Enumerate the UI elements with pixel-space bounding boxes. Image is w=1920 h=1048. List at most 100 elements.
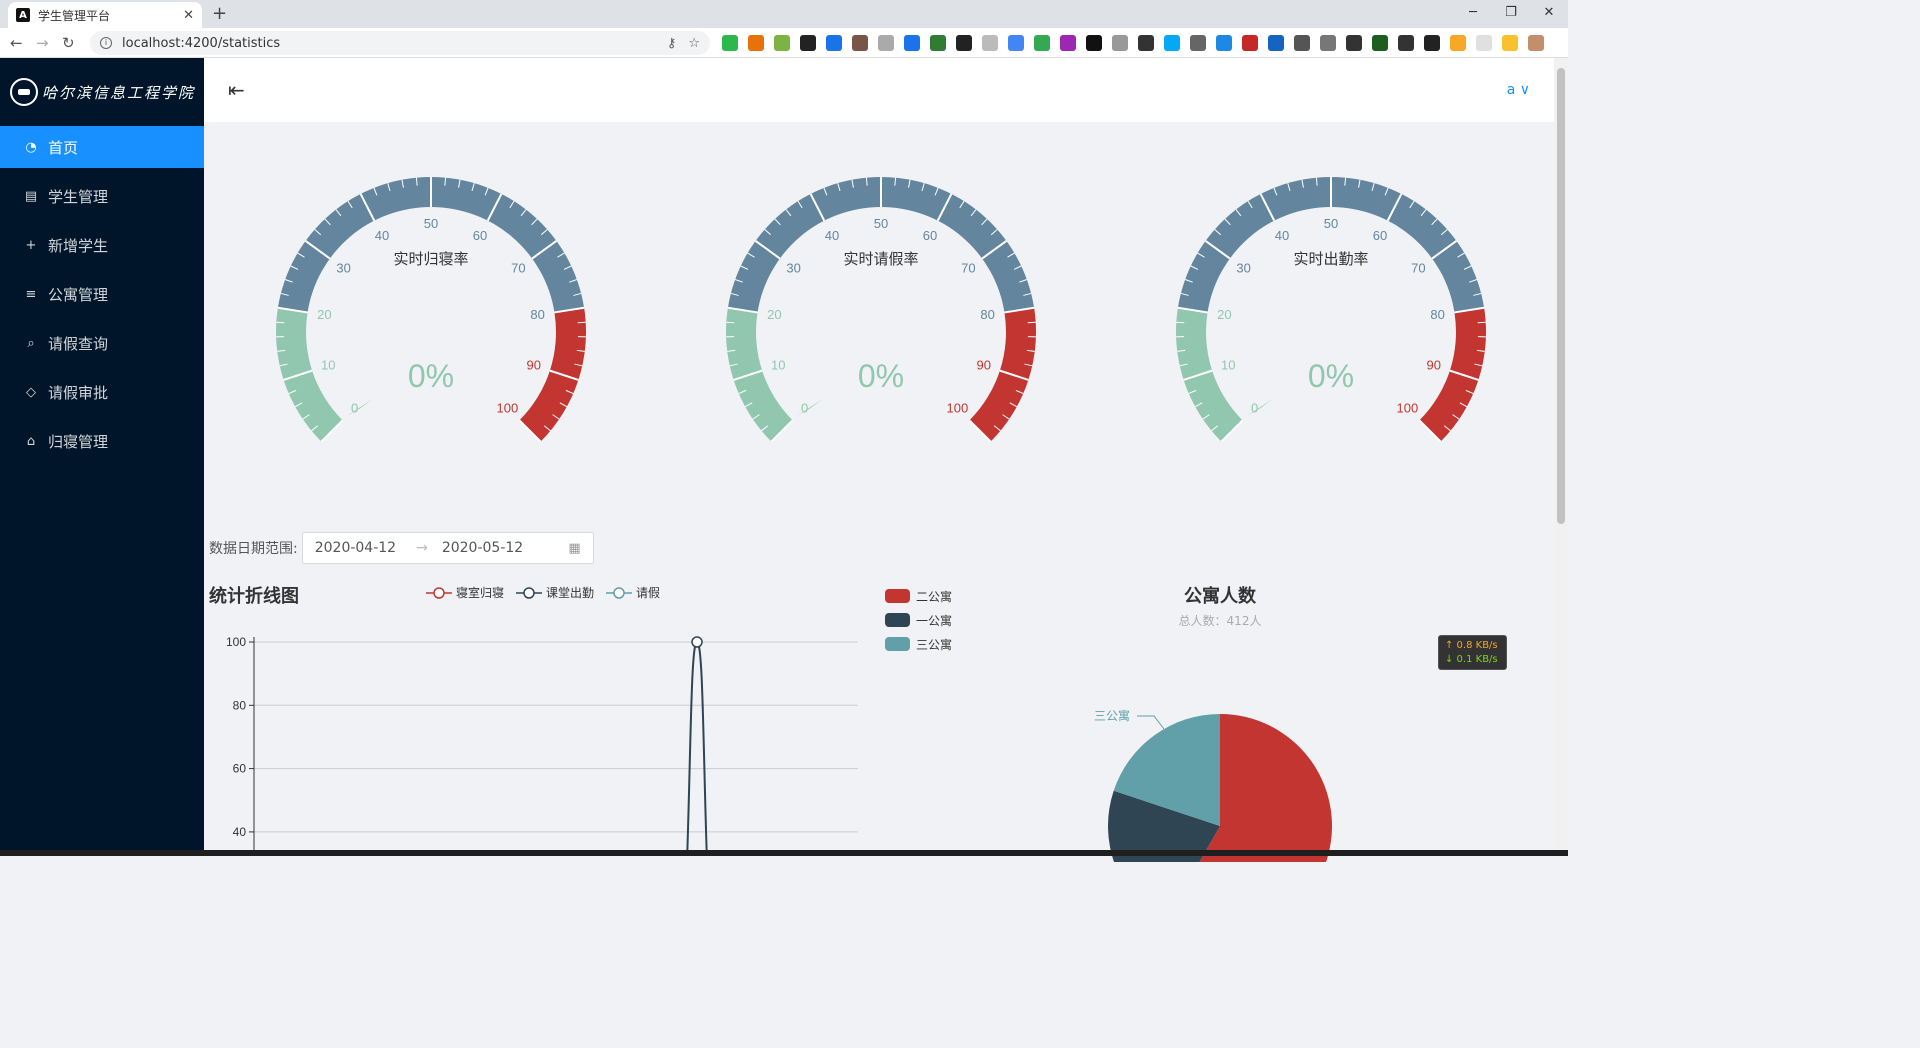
scrollbar-thumb[interactable] — [1557, 68, 1565, 524]
sidebar-item[interactable]: ◇ 请假审批 — [0, 371, 204, 413]
sidebar-item[interactable]: ⌂ 归寝管理 — [0, 420, 204, 462]
extension-icon[interactable] — [1190, 35, 1206, 51]
back-icon[interactable]: ← — [10, 34, 23, 52]
legend-item[interactable]: 寝室归寝 — [426, 584, 504, 601]
top-header: ⇤ a ∨ — [204, 58, 1554, 122]
page-scrollbar[interactable] — [1554, 58, 1568, 850]
address-bar[interactable]: i localhost:4200/statistics ⚷ ☆ — [90, 31, 710, 55]
restore-icon[interactable]: ❐ — [1492, 0, 1530, 28]
pie-legend-item[interactable]: 一公寓 — [885, 608, 952, 632]
home-icon: ⌂ — [26, 433, 36, 449]
extension-icon[interactable] — [1320, 35, 1336, 51]
range-arrow-icon: → — [416, 540, 428, 556]
pie-legend-item[interactable]: 二公寓 — [885, 584, 952, 608]
extension-icon[interactable] — [852, 35, 868, 51]
extension-icon[interactable] — [1164, 35, 1180, 51]
extension-icon[interactable] — [1216, 35, 1232, 51]
extension-icon[interactable] — [1294, 35, 1310, 51]
gauge-tick-label: 10 — [321, 357, 335, 372]
pie-legend-item[interactable]: 三公寓 — [885, 632, 952, 656]
os-taskbar — [0, 850, 1568, 856]
legend-item[interactable]: 课堂出勤 — [516, 584, 594, 601]
gauge-tick-label: 10 — [1221, 357, 1235, 372]
close-tab-icon[interactable]: ✕ — [183, 8, 194, 23]
site-info-icon[interactable]: i — [100, 37, 112, 49]
date-range-picker[interactable]: 2020-04-12 → 2020-05-12 ▦ — [301, 532, 594, 564]
close-window-icon[interactable]: ✕ — [1530, 0, 1568, 28]
extension-icon[interactable] — [1424, 35, 1440, 51]
start-date[interactable]: 2020-04-12 — [315, 540, 396, 556]
line-chart-legend: 寝室归寝 课堂出勤 请假 — [426, 584, 660, 601]
extension-icon[interactable] — [774, 35, 790, 51]
extension-icon[interactable] — [878, 35, 894, 51]
extension-icon[interactable] — [1398, 35, 1414, 51]
profile-icon: ▤ — [24, 188, 38, 204]
sidebar-item[interactable]: ▤ 学生管理 — [0, 175, 204, 217]
extension-icon[interactable] — [748, 35, 764, 51]
calendar-icon[interactable]: ▦ — [568, 541, 580, 556]
extension-icon[interactable] — [1138, 35, 1154, 51]
gauge-title: 实时请假率 — [843, 250, 918, 268]
legend-label: 一公寓 — [916, 613, 953, 628]
extension-icon[interactable] — [956, 35, 972, 51]
sidebar-item[interactable]: ≡ 公寓管理 — [0, 273, 204, 315]
gauge-tick-label: 20 — [1217, 307, 1231, 322]
sidebar-item[interactable]: ⌕ 请假查询 — [0, 322, 204, 364]
data-point[interactable] — [691, 636, 703, 648]
y-tick-label: 100 — [226, 635, 246, 649]
extension-icon[interactable] — [1060, 35, 1076, 51]
gauge-chart: 0 10 20 30 40 50 60 70 80 90 100 实时请假率 0% — [726, 176, 1036, 443]
minimize-icon[interactable]: ─ — [1454, 0, 1492, 28]
extension-icon[interactable] — [1450, 35, 1466, 51]
sidebar-item-label: 新增学生 — [48, 236, 109, 255]
pie-chart-legend: 二公寓一公寓三公寓 — [885, 584, 952, 656]
new-tab-icon[interactable]: + — [212, 3, 227, 24]
extension-icon[interactable] — [982, 35, 998, 51]
extension-icon[interactable] — [1008, 35, 1024, 51]
sidebar-item[interactable]: + 新增学生 — [0, 224, 204, 266]
date-filter: 数据日期范围: 2020-04-12 → 2020-05-12 ▦ — [209, 532, 594, 564]
menu-fold-icon[interactable]: ⇤ — [228, 78, 245, 102]
extension-icon[interactable] — [722, 35, 738, 51]
school-logo[interactable]: 哈尔滨信息工程学院 — [0, 58, 204, 126]
key-icon[interactable]: ⚷ — [667, 36, 677, 51]
extension-icon[interactable] — [1268, 35, 1284, 51]
gauge-tick-label: 0 — [801, 400, 808, 415]
extension-icon[interactable] — [1528, 35, 1544, 51]
end-date[interactable]: 2020-05-12 — [442, 540, 523, 556]
reload-icon[interactable]: ↻ — [62, 34, 75, 52]
gauge-tick-label: 30 — [336, 261, 350, 276]
sidebar-item-label: 公寓管理 — [48, 285, 109, 304]
extension-icon[interactable] — [1372, 35, 1388, 51]
gauge-band — [276, 307, 343, 442]
gauge-tick-label: 100 — [947, 400, 969, 415]
gauge-band — [969, 307, 1036, 442]
extension-icon[interactable] — [1502, 35, 1518, 51]
bookmark-star-icon[interactable]: ☆ — [688, 36, 700, 51]
gauge-tick-label: 30 — [786, 261, 800, 276]
series-line-attendance — [686, 640, 708, 856]
extension-icon[interactable] — [1034, 35, 1050, 51]
legend-item[interactable]: 请假 — [606, 584, 660, 601]
extension-icon[interactable] — [904, 35, 920, 51]
legend-label: 寝室归寝 — [456, 586, 505, 600]
extension-icon[interactable] — [1112, 35, 1128, 51]
extension-icon[interactable] — [800, 35, 816, 51]
extension-icon[interactable] — [1476, 35, 1492, 51]
user-dropdown[interactable]: a ∨ — [1507, 82, 1530, 98]
y-tick-label: 40 — [233, 825, 247, 839]
extension-icon[interactable] — [930, 35, 946, 51]
sidebar-item[interactable]: ◔ 首页 — [0, 126, 204, 168]
extension-icon[interactable] — [1242, 35, 1258, 51]
pie-chart: 三公寓 — [1094, 708, 1332, 862]
gauge-value: 0% — [1308, 358, 1354, 394]
extension-icon[interactable] — [1086, 35, 1102, 51]
forward-icon[interactable]: → — [36, 34, 49, 52]
gauge-tick — [276, 321, 285, 324]
legend-label: 二公寓 — [916, 589, 953, 604]
extension-icon[interactable] — [1346, 35, 1362, 51]
gauge-tick — [726, 321, 735, 324]
extension-icon[interactable] — [826, 35, 842, 51]
browser-tab[interactable]: A 学生管理平台 ✕ — [8, 2, 202, 28]
sidebar-item-label: 首页 — [48, 138, 79, 157]
